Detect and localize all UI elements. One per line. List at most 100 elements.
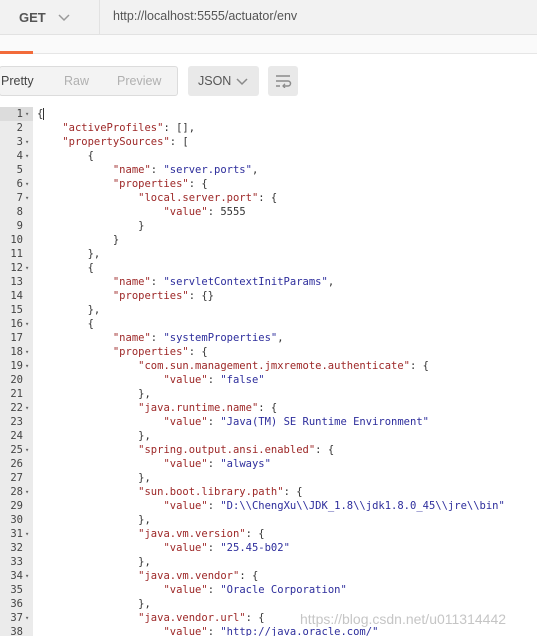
wrap-lines-button[interactable] xyxy=(268,66,298,96)
line-number: 14 xyxy=(10,290,23,302)
fold-toggle-icon[interactable]: ▾ xyxy=(25,177,33,191)
code-line: 33 }, xyxy=(0,555,537,569)
line-number: 29 xyxy=(10,500,23,512)
code-text: "value": "25.45-b02" xyxy=(163,542,290,554)
code-line: 19 ▾ "com.sun.management.jmxremote.authen… xyxy=(0,359,537,373)
fold-toggle-icon[interactable]: ▾ xyxy=(25,317,33,331)
code-text: "value": "D:\\ChengXu\\JDK_1.8\\jdk1.8.0… xyxy=(163,500,505,512)
code-text: }, xyxy=(37,556,151,568)
code-line: 3 ▾ "propertySources": [ xyxy=(0,135,537,149)
code-text: "propertySources": [ xyxy=(62,136,189,148)
fold-toggle-icon[interactable]: ▾ xyxy=(25,191,33,205)
line-number: 38 xyxy=(10,626,23,636)
code-text: "value": "always" xyxy=(163,458,271,470)
code-text: "java.vendor.url": { xyxy=(138,612,265,624)
code-text: }, xyxy=(37,430,151,442)
code-text: "java.runtime.name": { xyxy=(138,402,278,414)
response-body-editor[interactable]: 1 ▾{2 "activeProfiles": [], 3 ▾ "propertySo… xyxy=(0,107,537,636)
code-line: 22 ▾ "java.runtime.name": { xyxy=(0,401,537,415)
code-text: }, xyxy=(37,304,101,316)
line-number: 33 xyxy=(10,556,23,568)
code-line: 7 ▾ "local.server.port": { xyxy=(0,191,537,205)
view-tab-raw[interactable]: Raw xyxy=(64,74,89,88)
fold-toggle-icon[interactable]: ▾ xyxy=(25,527,33,541)
code-line: 11 }, xyxy=(0,247,537,261)
method-label: GET xyxy=(19,9,46,25)
line-number: 32 xyxy=(10,542,23,554)
code-line: 36 }, xyxy=(0,597,537,611)
view-tab-pretty[interactable]: Pretty xyxy=(1,74,34,88)
code-line: 1 ▾{ xyxy=(0,107,537,121)
line-number: 30 xyxy=(10,514,23,526)
code-text: "name": "servletContextInitParams", xyxy=(112,276,335,288)
view-mode-group: Pretty Raw Preview xyxy=(0,66,178,96)
format-select[interactable]: JSON xyxy=(188,66,259,96)
code-text: "local.server.port": { xyxy=(138,192,278,204)
code-line: 28 ▾ "sun.boot.library.path": { xyxy=(0,485,537,499)
line-number: 20 xyxy=(10,374,23,386)
code-line: 25 ▾ "spring.output.ansi.enabled": { xyxy=(0,443,537,457)
code-line: 10 } xyxy=(0,233,537,247)
code-text: { xyxy=(37,150,94,162)
code-text: "properties": {} xyxy=(112,290,215,302)
response-tabs-strip xyxy=(0,35,537,54)
code-line: 24 }, xyxy=(0,429,537,443)
code-text: { xyxy=(37,262,94,274)
view-tab-preview[interactable]: Preview xyxy=(117,74,161,88)
text-cursor xyxy=(43,108,44,120)
code-text: "com.sun.management.jmxremote.authentica… xyxy=(138,360,429,372)
fold-toggle-icon[interactable]: ▾ xyxy=(25,107,33,121)
line-number: 15 xyxy=(10,304,23,316)
code-text: } xyxy=(37,234,120,246)
code-text: }, xyxy=(37,388,151,400)
line-number: 17 xyxy=(10,332,23,344)
code-line: 31 ▾ "java.vm.version": { xyxy=(0,527,537,541)
code-line: 27 }, xyxy=(0,471,537,485)
code-line: 18 ▾ "properties": { xyxy=(0,345,537,359)
fold-toggle-icon[interactable]: ▾ xyxy=(25,359,33,373)
code-line: 29 "value": "D:\\ChengXu\\JDK_1.8\\jdk1.… xyxy=(0,499,537,513)
code-line: 21 }, xyxy=(0,387,537,401)
code-line: 17 "name": "systemProperties", xyxy=(0,331,537,345)
wrap-lines-icon xyxy=(276,75,292,88)
fold-toggle-icon[interactable]: ▾ xyxy=(25,485,33,499)
chevron-down-icon xyxy=(58,14,70,22)
line-number: 9 xyxy=(16,220,23,232)
code-line: 32 "value": "25.45-b02" xyxy=(0,541,537,555)
code-line: 9 } xyxy=(0,219,537,233)
request-bar: GET http://localhost:5555/actuator/env xyxy=(0,0,537,35)
fold-toggle-icon[interactable]: ▾ xyxy=(25,401,33,415)
code-line: 20 "value": "false" xyxy=(0,373,537,387)
line-number: 27 xyxy=(10,472,23,484)
code-text: "java.vm.version": { xyxy=(138,528,265,540)
line-number: 26 xyxy=(10,458,23,470)
code-line: 16 ▾ { xyxy=(0,317,537,331)
code-text: "name": "systemProperties", xyxy=(112,332,284,344)
code-text: "value": "Java(TM) SE Runtime Environmen… xyxy=(163,416,429,428)
code-text: "value": 5555 xyxy=(163,206,246,218)
method-select[interactable]: GET xyxy=(0,0,100,34)
line-number: 11 xyxy=(10,248,23,260)
watermark-text: https://blog.csdn.net/u011314442 xyxy=(300,611,507,627)
fold-toggle-icon[interactable]: ▾ xyxy=(25,149,33,163)
url-input[interactable]: http://localhost:5555/actuator/env xyxy=(113,0,297,34)
code-text: "name": "server.ports", xyxy=(112,164,259,176)
code-text: "spring.output.ansi.enabled": { xyxy=(138,444,335,456)
code-text: "properties": { xyxy=(112,178,208,190)
format-label: JSON xyxy=(198,74,232,88)
code-line: 34 ▾ "java.vm.vendor": { xyxy=(0,569,537,583)
code-text: }, xyxy=(37,598,151,610)
fold-toggle-icon[interactable]: ▾ xyxy=(25,135,33,149)
fold-toggle-icon[interactable]: ▾ xyxy=(25,443,33,457)
code-line: 6 ▾ "properties": { xyxy=(0,177,537,191)
line-number: 13 xyxy=(10,276,23,288)
code-line: 23 "value": "Java(TM) SE Runtime Environ… xyxy=(0,415,537,429)
code-text: "sun.boot.library.path": { xyxy=(138,486,303,498)
code-text: "activeProfiles": [], xyxy=(62,122,196,134)
fold-toggle-icon[interactable]: ▾ xyxy=(25,261,33,275)
fold-toggle-icon[interactable]: ▾ xyxy=(25,345,33,359)
line-number: 35 xyxy=(10,584,23,596)
code-text: { xyxy=(37,318,94,330)
fold-toggle-icon[interactable]: ▾ xyxy=(25,611,33,625)
fold-toggle-icon[interactable]: ▾ xyxy=(25,569,33,583)
